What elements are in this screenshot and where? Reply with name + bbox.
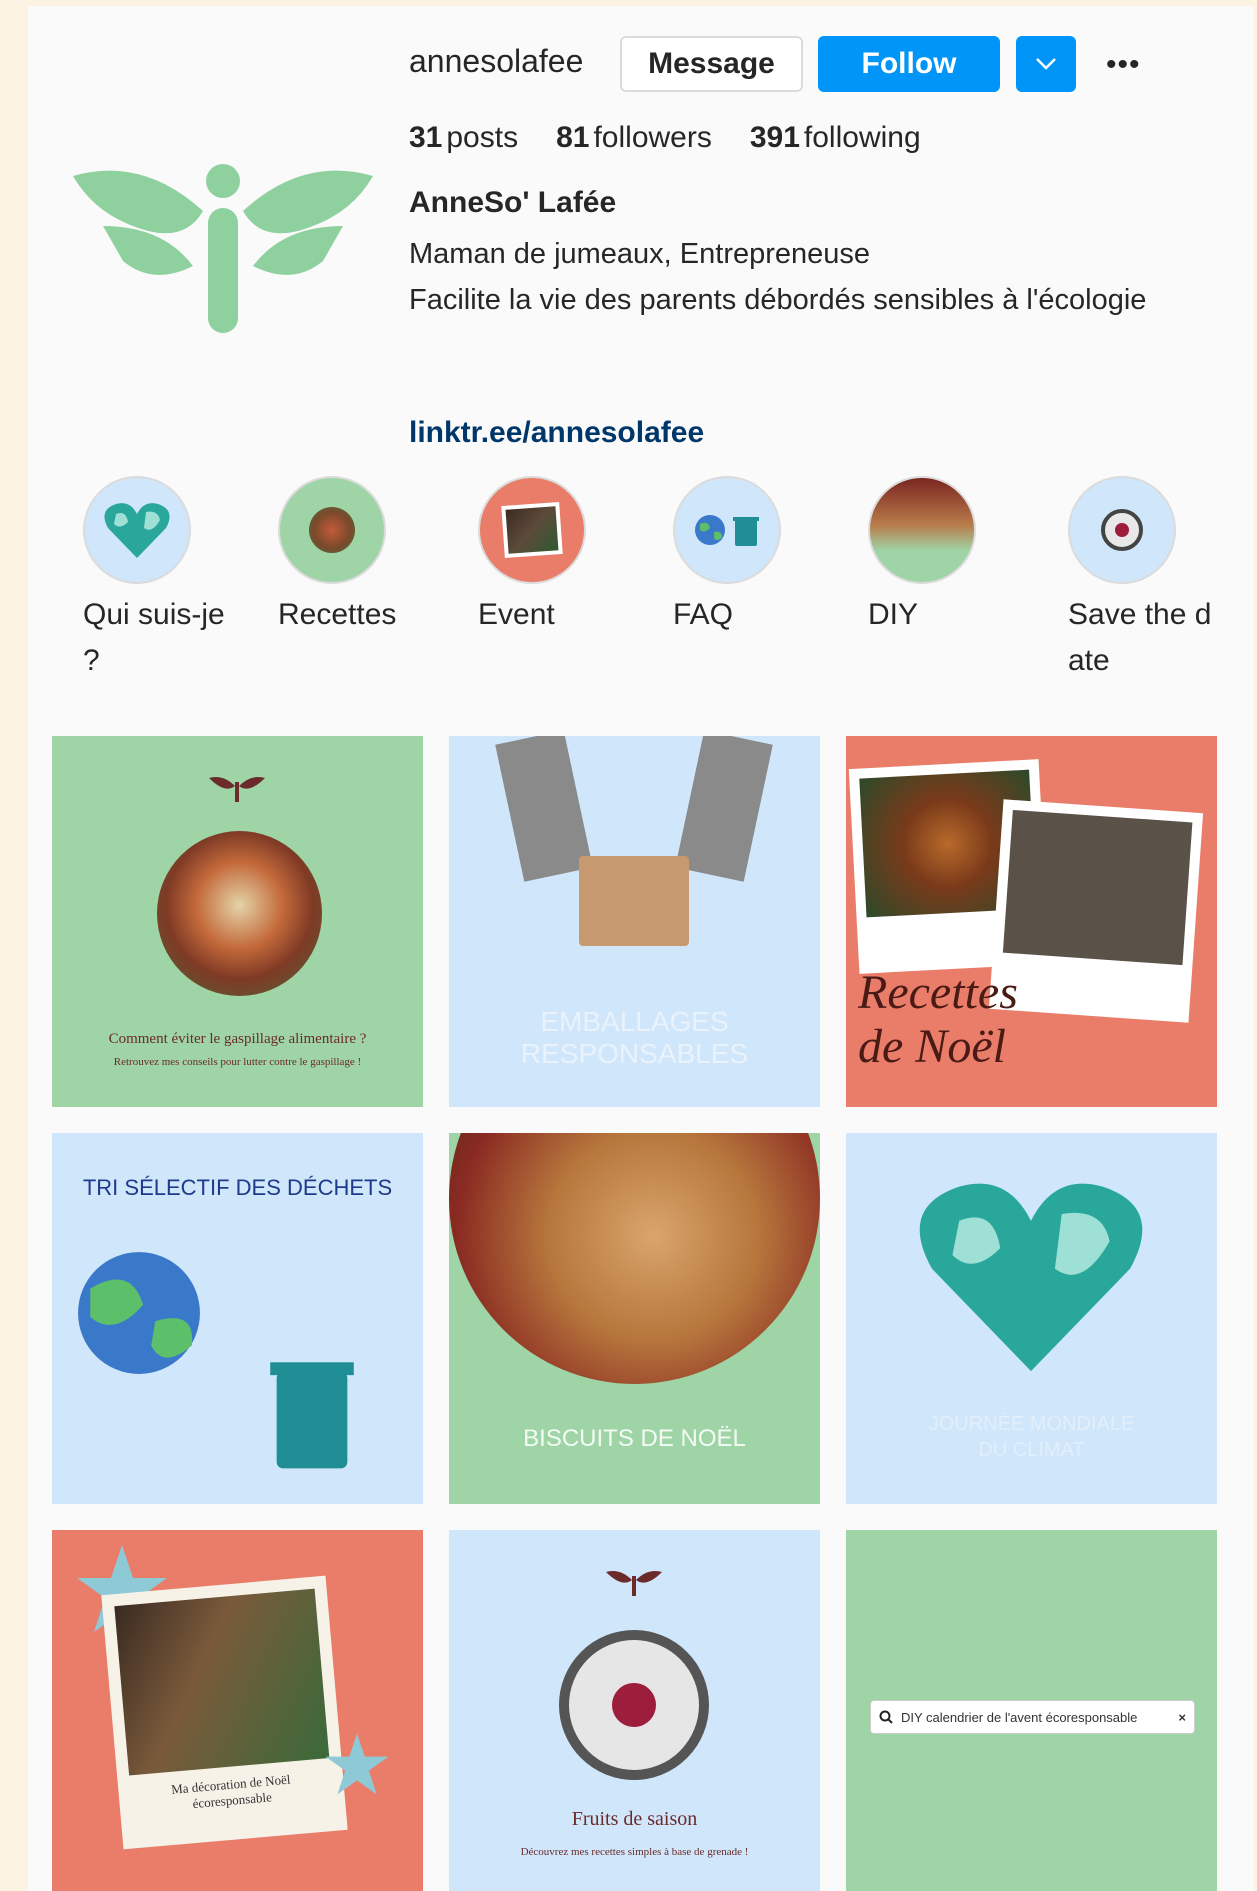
suggestions-dropdown-button[interactable] xyxy=(1016,36,1076,92)
highlight-cover xyxy=(1068,476,1176,584)
highlight-faq[interactable]: FAQ xyxy=(673,476,833,638)
highlight-label: FAQ xyxy=(673,598,734,631)
plate-photo xyxy=(559,1630,709,1780)
highlight-label: Recettes xyxy=(278,598,397,631)
highlight-cover xyxy=(478,476,586,584)
post-tile[interactable]: TRI SÉLECTIF DES DÉCHETS xyxy=(52,1133,423,1504)
post-title: Comment éviter le gaspillage alimentaire… xyxy=(108,1031,367,1047)
post-caption: Recettes de Noël xyxy=(858,966,1018,1073)
trash-bin-icon xyxy=(733,517,759,546)
post-subtitle: Retrouvez mes conseils pour lutter contr… xyxy=(113,1056,362,1068)
post-tile[interactable]: EMBALLAGES RESPONSABLES xyxy=(449,736,820,1107)
chevron-down-icon xyxy=(1036,58,1056,70)
highlight-label: DIY xyxy=(868,598,919,631)
search-bar-graphic: DIY calendrier de l'avent écoresponsable… xyxy=(870,1700,1195,1734)
story-highlights: Qui suis-je ? Recettes Event FAQ DIY Sav… xyxy=(28,476,1254,706)
post-tile[interactable]: Ma décoration de Noël écoresponsable xyxy=(52,1530,423,1891)
arm-sleeve xyxy=(675,736,773,882)
profile-stats: 31 posts 81 followers 391 following xyxy=(409,121,921,155)
highlight-label: Save the date xyxy=(1068,598,1212,677)
highlight-diy[interactable]: DIY xyxy=(868,476,1028,638)
highlight-cover xyxy=(83,476,191,584)
profile-bio: Maman de jumeaux, Entrepreneuse Facilite… xyxy=(409,231,1229,323)
post-caption: JOURNÉE MONDIALE DU CLIMAT xyxy=(928,1413,1135,1461)
close-icon: × xyxy=(1178,1709,1186,1725)
profile-link[interactable]: linktr.ee/annesolafee xyxy=(409,416,704,450)
food-jar-image xyxy=(309,507,355,553)
star-icon xyxy=(325,1733,389,1795)
message-button[interactable]: Message xyxy=(620,36,803,92)
highlight-label: Qui suis-je ? xyxy=(83,598,225,677)
search-icon xyxy=(879,1710,893,1724)
globe-icon xyxy=(78,1252,200,1374)
profile-header: annesolafee Message Follow ••• 31 posts 8… xyxy=(28,6,1254,466)
polaroid-photo: Ma décoration de Noël écoresponsable xyxy=(101,1575,348,1850)
highlight-event[interactable]: Event xyxy=(478,476,638,638)
cookies-photo xyxy=(449,1133,820,1384)
heart-earth-icon xyxy=(919,1183,1143,1372)
polaroid-image xyxy=(501,502,563,558)
globe-icon xyxy=(695,515,725,545)
bio-line: Facilite la vie des parents débordés sen… xyxy=(409,284,1147,316)
highlight-qui-suis-je[interactable]: Qui suis-je ? xyxy=(83,476,243,684)
post-tile[interactable]: JOURNÉE MONDIALE DU CLIMAT xyxy=(846,1133,1217,1504)
butterfly-logo-icon xyxy=(606,1571,662,1596)
more-options-icon[interactable]: ••• xyxy=(1106,48,1141,82)
stat-posts[interactable]: 31 posts xyxy=(409,121,518,155)
highlight-recettes[interactable]: Recettes xyxy=(278,476,438,638)
stat-following[interactable]: 391 following xyxy=(750,121,921,155)
post-caption: TRI SÉLECTIF DES DÉCHETS xyxy=(82,1175,393,1200)
trash-bin-icon xyxy=(270,1362,354,1469)
post-subtitle: Découvrez mes recettes simples à base de… xyxy=(520,1846,749,1858)
post-caption: EMBALLAGES RESPONSABLES xyxy=(520,1006,749,1069)
heart-earth-icon xyxy=(104,503,170,558)
post-title: Fruits de saison xyxy=(571,1808,698,1830)
post-tile[interactable]: DIY calendrier de l'avent écoresponsable… xyxy=(846,1530,1217,1891)
search-text: DIY calendrier de l'avent écoresponsable xyxy=(901,1709,1138,1725)
food-photo xyxy=(157,831,322,996)
gift-box xyxy=(579,856,689,946)
highlight-save-the-date[interactable]: Save the date xyxy=(1068,476,1228,684)
post-tile[interactable]: Comment éviter le gaspillage alimentaire… xyxy=(52,736,423,1107)
post-tile[interactable]: Fruits de saison Découvrez mes recettes … xyxy=(449,1530,820,1891)
bio-line: Maman de jumeaux, Entrepreneuse xyxy=(409,238,871,270)
highlight-cover xyxy=(868,476,976,584)
follow-button[interactable]: Follow xyxy=(818,36,1000,92)
highlight-cover xyxy=(278,476,386,584)
butterfly-logo-icon xyxy=(209,777,265,802)
highlight-cover xyxy=(673,476,781,584)
stat-followers[interactable]: 81 followers xyxy=(556,121,712,155)
profile-full-name: AnneSo' Lafée xyxy=(409,186,617,219)
post-caption: Ma décoration de Noël écoresponsable xyxy=(170,1771,291,1812)
profile-avatar[interactable] xyxy=(63,156,383,336)
profile-page: annesolafee Message Follow ••• 31 posts 8… xyxy=(28,6,1254,1891)
post-tile[interactable]: BISCUITS DE NOËL xyxy=(449,1133,820,1504)
post-caption: BISCUITS DE NOËL xyxy=(523,1425,746,1452)
highlight-label: Event xyxy=(478,598,555,631)
plate-image xyxy=(1101,509,1143,551)
post-tile[interactable]: Recettes de Noël xyxy=(846,736,1217,1107)
profile-username: annesolafee xyxy=(409,43,584,79)
